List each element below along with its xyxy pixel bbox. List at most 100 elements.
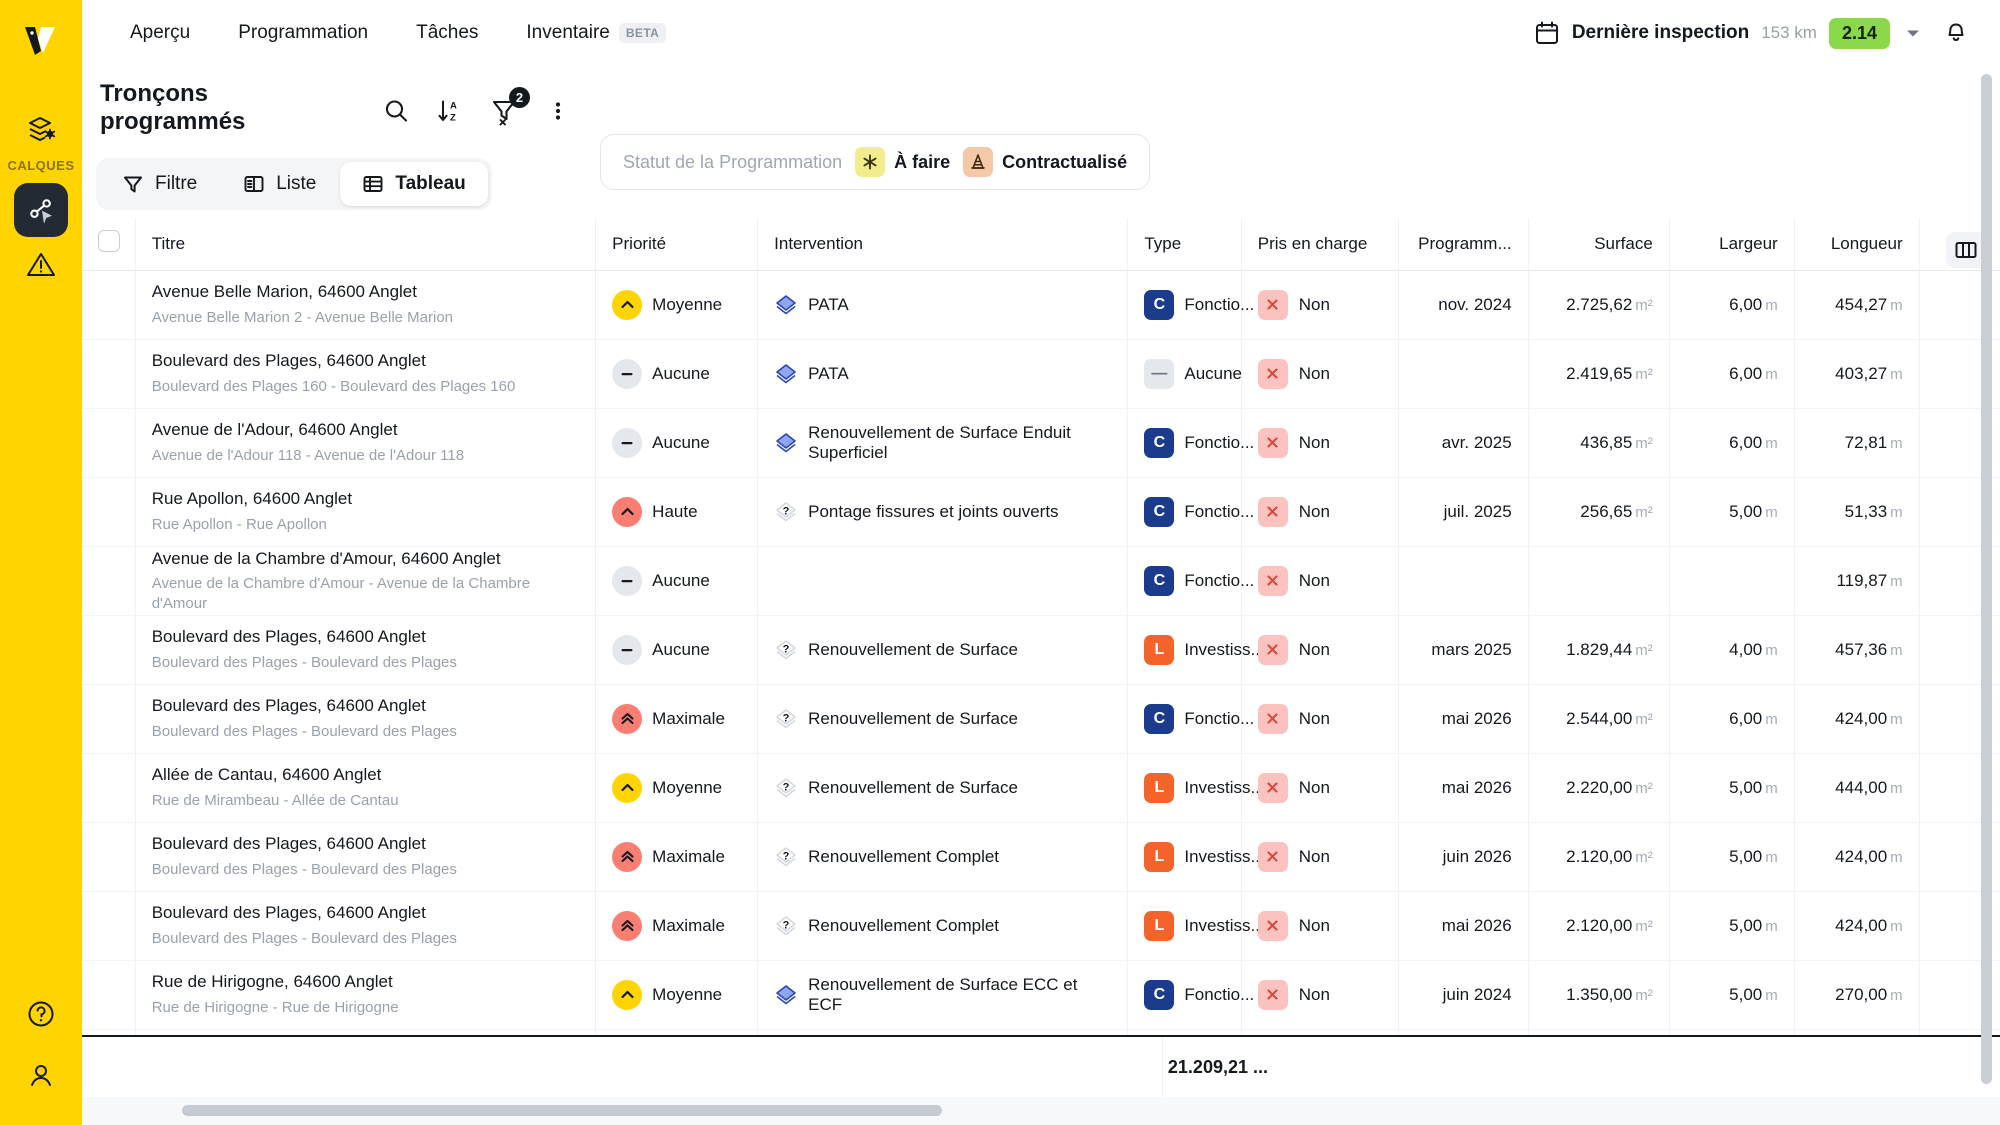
filter-chip-value-a-faire[interactable]: À faire [855, 147, 950, 177]
cone-icon [963, 147, 994, 177]
horizontal-scrollbar-thumb[interactable] [182, 1105, 942, 1116]
filter-chip-value-contractualise[interactable]: Contractualisé [963, 147, 1127, 177]
cell-priorite-label: Aucune [652, 363, 710, 383]
cell-titre[interactable]: Rue de Hirigogne, 64600 Anglet Rue de Hir… [135, 960, 597, 1030]
row-select-cell[interactable] [82, 960, 136, 1030]
column-header-pris-en-charge[interactable]: Pris en charge [1241, 218, 1400, 271]
column-header-type[interactable]: Type [1127, 218, 1242, 271]
table-row[interactable]: Allée de Cantau, 64600 Anglet Rue de Mira… [82, 753, 2000, 823]
cell-titre-secondary: Boulevard des Plages - Boulevard des Pla… [151, 930, 457, 948]
nav-item-taches[interactable]: Tâches [392, 12, 502, 54]
cell-pris-en-charge: Non [1241, 339, 1400, 409]
search-icon [385, 100, 408, 122]
last-inspection-selector[interactable]: Dernière inspection 153 km 2.14 [1534, 17, 1924, 49]
column-header-priorite[interactable]: Priorité [595, 218, 759, 271]
cell-type: — Aucune [1127, 339, 1242, 409]
cell-intervention: ? Renouvellement de Surface [757, 615, 1129, 685]
column-header-titre[interactable]: Titre [135, 218, 597, 271]
cell-titre-primary: Rue Apollon, 64600 Anglet [151, 489, 353, 509]
table-row[interactable]: Boulevard des Plages, 64600 Anglet Boulev… [82, 684, 2000, 754]
search-button[interactable] [382, 97, 410, 125]
left-rail: CALQUES [0, 0, 82, 1125]
select-all-checkbox[interactable] [98, 230, 120, 253]
unit-label: m² [1635, 710, 1653, 728]
cell-titre[interactable]: Avenue de la Chambre d'Amour, 64600 Angl… [135, 546, 597, 616]
cell-intervention-label: Renouvellement de Surface Enduit Superfi… [808, 422, 1071, 462]
cell-priorite-label: Maximale [652, 846, 725, 866]
cell-titre-primary: Boulevard des Plages, 64600 Anglet [151, 903, 426, 923]
cell-titre-primary: Boulevard des Plages, 64600 Anglet [151, 351, 426, 371]
table-row[interactable]: Boulevard des Plages, 64600 Anglet Boulev… [82, 615, 2000, 685]
sidebar-item-segments[interactable] [14, 183, 68, 237]
row-select-cell[interactable] [82, 753, 136, 823]
unit-label: m [1890, 434, 1903, 452]
cell-titre[interactable]: Rue Apollon, 64600 Anglet Rue Apollon - R… [135, 477, 597, 547]
cell-programme: mai 2026 [1398, 684, 1529, 754]
cell-titre[interactable]: Boulevard des Plages, 64600 Anglet Boulev… [135, 339, 597, 409]
row-select-cell[interactable] [82, 615, 136, 685]
layers-settings-button[interactable] [14, 102, 68, 156]
table-row[interactable]: Avenue de la Chambre d'Amour, 64600 Angl… [82, 546, 2000, 616]
tab-filtre[interactable]: Filtre [100, 162, 219, 206]
nav-item-inventaire[interactable]: Inventaire BETA [502, 12, 690, 54]
cell-pris-en-charge-label: Non [1298, 501, 1330, 521]
cell-titre[interactable]: Avenue Belle Marion, 64600 Anglet Avenue … [135, 270, 597, 340]
cell-titre[interactable]: Boulevard des Plages, 64600 Anglet Boulev… [135, 684, 597, 754]
rail-bottom-group [26, 999, 56, 1125]
sort-button[interactable]: A Z [436, 97, 464, 125]
row-select-cell[interactable] [82, 339, 136, 409]
unit-label: m [1890, 986, 1903, 1004]
nav-item-apercu[interactable]: Aperçu [106, 12, 214, 54]
filter-chip-statut[interactable]: Statut de la Programmation À faire Contr… [600, 134, 1151, 190]
row-select-cell[interactable] [82, 684, 136, 754]
row-select-cell[interactable] [82, 891, 136, 961]
cell-programme [1398, 546, 1529, 616]
cell-titre[interactable]: Boulevard des Plages, 64600 Anglet Boulev… [135, 822, 597, 892]
sidebar-item-alerts[interactable] [14, 237, 68, 291]
table-row[interactable]: Avenue Belle Marion, 64600 Anglet Avenue … [82, 270, 2000, 340]
cell-titre[interactable]: Avenue de l'Adour, 64600 Anglet Avenue de… [135, 408, 597, 478]
warning-triangle-icon [27, 253, 55, 276]
table-row[interactable]: Avenue de l'Adour, 64600 Anglet Avenue de… [82, 408, 2000, 478]
nav-item-programmation[interactable]: Programmation [214, 12, 392, 54]
cell-intervention: Renouvellement de Surface Enduit Superfi… [757, 408, 1129, 478]
horizontal-scrollbar[interactable] [82, 1097, 2000, 1125]
table-row[interactable]: Boulevard des Plages, 64600 Anglet Boulev… [82, 822, 2000, 892]
help-button[interactable] [26, 999, 56, 1034]
column-header-intervention[interactable]: Intervention [757, 218, 1129, 271]
notifications-button[interactable] [1942, 17, 1970, 50]
vertical-scrollbar-thumb[interactable] [1981, 74, 1992, 1084]
unit-label: m [1765, 848, 1778, 866]
row-select-cell[interactable] [82, 408, 136, 478]
column-header-largeur[interactable]: Largeur [1669, 218, 1795, 271]
row-select-cell[interactable] [82, 546, 136, 616]
unit-label: m [1765, 779, 1778, 797]
more-options-button[interactable] [546, 97, 570, 125]
row-select-cell[interactable] [82, 822, 136, 892]
columns-toggle-button[interactable] [1946, 232, 1986, 268]
table-row[interactable]: Boulevard des Plages, 64600 Anglet Boulev… [82, 339, 2000, 409]
cell-priorite-label: Aucune [652, 432, 710, 452]
table-row[interactable]: Rue de Hirigogne, 64600 Anglet Rue de Hir… [82, 960, 2000, 1030]
cell-titre[interactable]: Allée de Cantau, 64600 Anglet Rue de Mira… [135, 753, 597, 823]
tab-tableau[interactable]: Tableau [340, 162, 488, 206]
cell-pris-en-charge-label: Non [1298, 846, 1330, 866]
table-row[interactable]: Rue Apollon, 64600 Anglet Rue Apollon - R… [82, 477, 2000, 547]
column-header-programme[interactable]: Programm... [1398, 218, 1529, 271]
column-header-longueur[interactable]: Longueur [1794, 218, 1920, 271]
vertical-scrollbar[interactable] [1981, 74, 1992, 1084]
row-select-cell[interactable] [82, 270, 136, 340]
table-row[interactable]: Boulevard des Plages, 64600 Anglet Boulev… [82, 891, 2000, 961]
cell-surface: 2.120,00 m² [1528, 822, 1670, 892]
cell-titre[interactable]: Boulevard des Plages, 64600 Anglet Boulev… [135, 615, 597, 685]
app-logo[interactable] [0, 0, 82, 82]
select-all-cell[interactable] [82, 218, 136, 271]
cross-icon [1257, 496, 1288, 527]
row-select-cell[interactable] [82, 477, 136, 547]
tab-liste[interactable]: Liste [221, 162, 338, 206]
cell-titre[interactable]: Boulevard des Plages, 64600 Anglet Boulev… [135, 891, 597, 961]
filter-clear-button[interactable]: 2 [490, 87, 530, 126]
column-header-surface[interactable]: Surface [1528, 218, 1670, 271]
account-button[interactable] [26, 1060, 56, 1095]
asterisk-icon [855, 147, 886, 177]
